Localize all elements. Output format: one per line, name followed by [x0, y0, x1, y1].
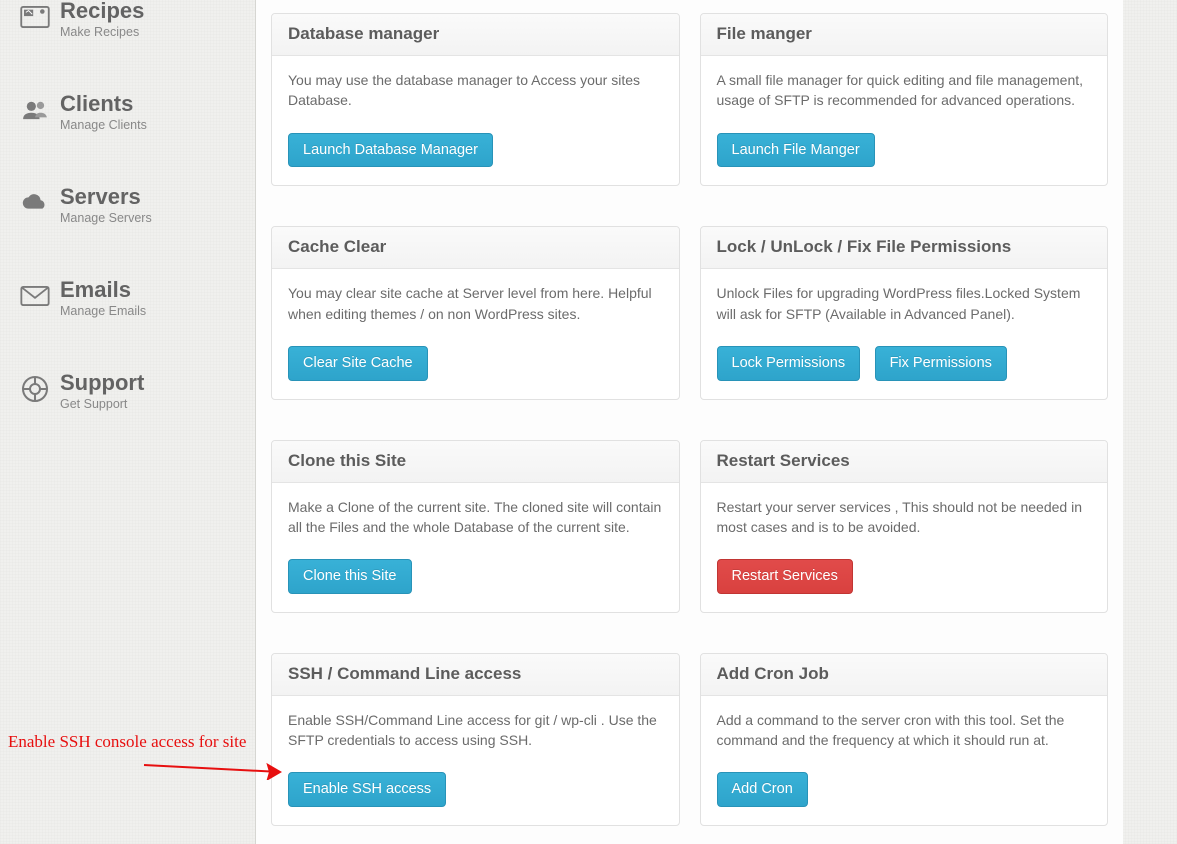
clear-site-cache-button[interactable]: Clear Site Cache — [288, 346, 428, 381]
sidebar-item-title: Clients — [60, 93, 147, 115]
sidebar-item-recipes[interactable]: Recipes Make Recipes — [0, 0, 255, 57]
launch-file-manager-button[interactable]: Launch File Manger — [717, 133, 875, 168]
card-title: Add Cron Job — [701, 654, 1108, 696]
card-desc: Add a command to the server cron with th… — [717, 710, 1092, 751]
main-content: Database manager You may use the databas… — [255, 0, 1123, 844]
sidebar-item-emails[interactable]: Emails Manage Emails — [0, 273, 255, 336]
card-file-manager: File manger A small file manager for qui… — [700, 13, 1109, 186]
card-desc: Restart your server services , This shou… — [717, 497, 1092, 538]
card-title: File manger — [701, 14, 1108, 56]
card-add-cron: Add Cron Job Add a command to the server… — [700, 653, 1109, 826]
card-title: Clone this Site — [272, 441, 679, 483]
card-title: Restart Services — [701, 441, 1108, 483]
envelope-icon — [18, 279, 52, 313]
sidebar-item-support[interactable]: Support Get Support — [0, 366, 255, 429]
clone-site-button[interactable]: Clone this Site — [288, 559, 412, 594]
card-clone-site: Clone this Site Make a Clone of the curr… — [271, 440, 680, 613]
card-ssh-access: SSH / Command Line access Enable SSH/Com… — [271, 653, 680, 826]
lifebuoy-icon — [18, 372, 52, 406]
recipes-icon — [18, 0, 52, 34]
sidebar-item-sub: Manage Servers — [60, 211, 152, 225]
sidebar-item-sub: Manage Emails — [60, 304, 146, 318]
card-database-manager: Database manager You may use the databas… — [271, 13, 680, 186]
launch-database-manager-button[interactable]: Launch Database Manager — [288, 133, 493, 168]
sidebar-item-clients[interactable]: Clients Manage Clients — [0, 87, 255, 150]
restart-services-button[interactable]: Restart Services — [717, 559, 853, 594]
lock-permissions-button[interactable]: Lock Permissions — [717, 346, 861, 381]
card-desc: Unlock Files for upgrading WordPress fil… — [717, 283, 1092, 324]
fix-permissions-button[interactable]: Fix Permissions — [875, 346, 1007, 381]
annotation-overlay: Enable SSH console access for site — [8, 732, 246, 752]
card-desc: A small file manager for quick editing a… — [717, 70, 1092, 111]
sidebar-item-servers[interactable]: Servers Manage Servers — [0, 180, 255, 243]
card-desc: You may clear site cache at Server level… — [288, 283, 663, 324]
sidebar-item-title: Emails — [60, 279, 146, 301]
sidebar: Recipes Make Recipes Clients Manage Clie… — [0, 0, 255, 459]
cards-grid: Database manager You may use the databas… — [271, 0, 1108, 826]
card-title: Cache Clear — [272, 227, 679, 269]
card-desc: Make a Clone of the current site. The cl… — [288, 497, 663, 538]
sidebar-item-title: Servers — [60, 186, 152, 208]
sidebar-item-title: Recipes — [60, 0, 144, 22]
card-title: SSH / Command Line access — [272, 654, 679, 696]
sidebar-item-title: Support — [60, 372, 144, 394]
card-title: Lock / UnLock / Fix File Permissions — [701, 227, 1108, 269]
card-cache-clear: Cache Clear You may clear site cache at … — [271, 226, 680, 399]
enable-ssh-access-button[interactable]: Enable SSH access — [288, 772, 446, 807]
card-title: Database manager — [272, 14, 679, 56]
annotation-text: Enable SSH console access for site — [8, 732, 246, 751]
add-cron-button[interactable]: Add Cron — [717, 772, 808, 807]
sidebar-item-sub: Manage Clients — [60, 118, 147, 132]
clients-icon — [18, 93, 52, 127]
sidebar-item-sub: Get Support — [60, 397, 144, 411]
cloud-icon — [18, 186, 52, 220]
card-restart-services: Restart Services Restart your server ser… — [700, 440, 1109, 613]
card-file-permissions: Lock / UnLock / Fix File Permissions Unl… — [700, 226, 1109, 399]
card-desc: Enable SSH/Command Line access for git /… — [288, 710, 663, 751]
sidebar-item-sub: Make Recipes — [60, 25, 144, 39]
card-desc: You may use the database manager to Acce… — [288, 70, 663, 111]
